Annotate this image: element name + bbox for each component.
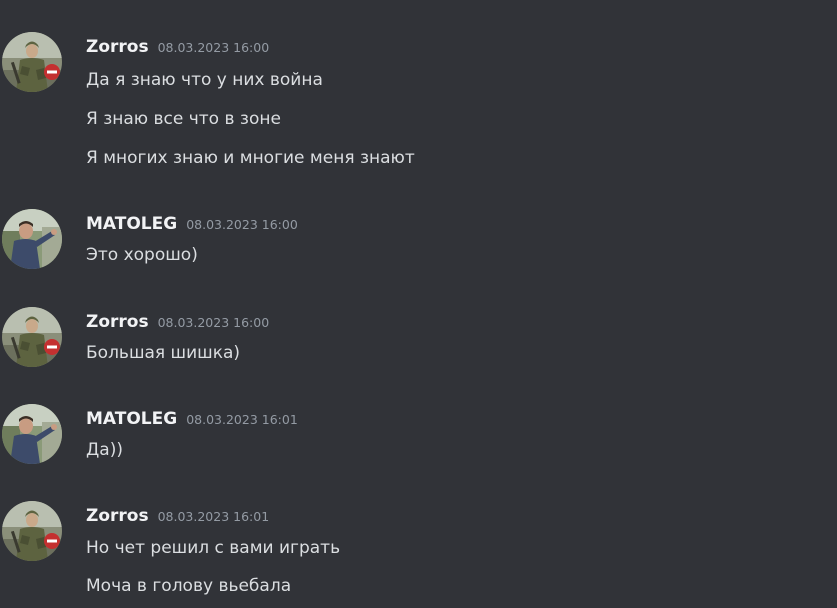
username[interactable]: Zorros	[86, 312, 149, 332]
timestamp: 08.03.2023 16:00	[186, 217, 298, 232]
message-text: Я знаю все что в зоне	[86, 109, 281, 129]
username[interactable]: Zorros	[86, 37, 149, 57]
user-avatar[interactable]	[2, 307, 62, 367]
person-avatar-icon	[2, 209, 62, 269]
chat-message-list: Zorros 08.03.2023 16:00 Да я знаю что у н…	[0, 0, 837, 608]
message-header: Zorros 08.03.2023 16:00	[86, 35, 269, 59]
message-text: Моча в голову вьебала	[86, 576, 292, 596]
username[interactable]: MATOLEG	[86, 214, 177, 234]
timestamp: 08.03.2023 16:00	[157, 40, 270, 55]
user-avatar[interactable]	[2, 32, 62, 92]
timestamp: 08.03.2023 16:01	[186, 412, 298, 427]
user-avatar[interactable]	[2, 501, 62, 561]
message-text: Да я знаю что у них война	[86, 70, 323, 90]
message-header: Zorros 08.03.2023 16:00	[86, 310, 269, 334]
message-header: MATOLEG 08.03.2023 16:01	[86, 407, 298, 431]
user-avatar[interactable]	[2, 404, 62, 464]
soldier-avatar-icon	[2, 307, 62, 367]
person-avatar-icon	[2, 404, 62, 464]
message-text: Но чет решил с вами играть	[86, 538, 341, 558]
soldier-avatar-icon	[2, 32, 62, 92]
message-text: Я многих знаю и многие меня знают	[86, 148, 415, 168]
username[interactable]: Zorros	[86, 506, 149, 526]
message-header: MATOLEG 08.03.2023 16:00	[86, 212, 298, 236]
message-text: Да))	[86, 440, 123, 460]
timestamp: 08.03.2023 16:01	[157, 509, 270, 524]
username[interactable]: MATOLEG	[86, 409, 177, 429]
timestamp: 08.03.2023 16:00	[157, 315, 270, 330]
message-text: Это хорошо)	[86, 245, 198, 265]
soldier-avatar-icon	[2, 501, 62, 561]
message-text: Большая шишка)	[86, 343, 241, 363]
user-avatar[interactable]	[2, 209, 62, 269]
message-header: Zorros 08.03.2023 16:01	[86, 504, 269, 528]
